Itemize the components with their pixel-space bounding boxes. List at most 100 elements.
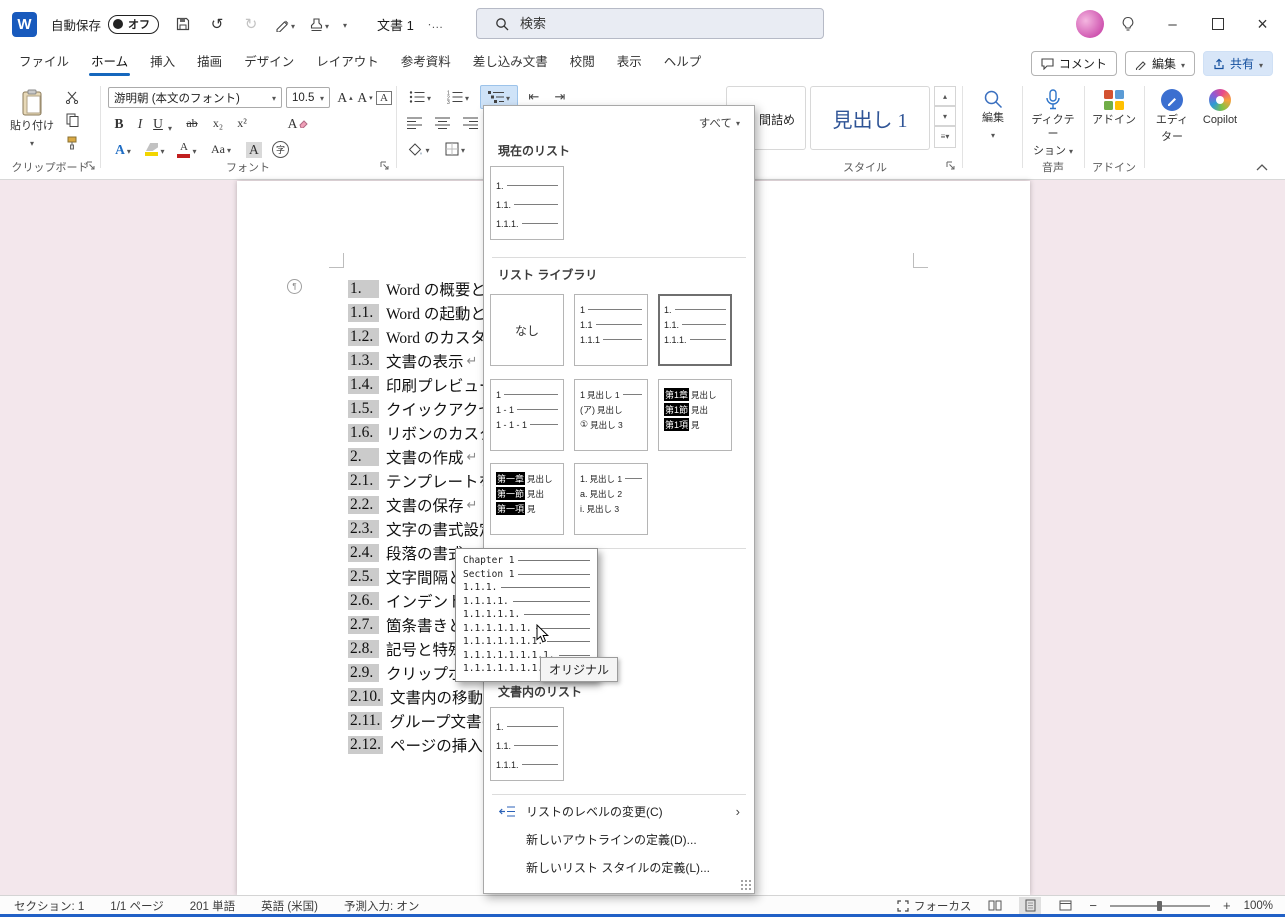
document-list-tile[interactable]: 1. 1.1. 1.1.1. [490, 707, 564, 781]
find-edit-button[interactable]: 編集 [970, 84, 1016, 143]
bold-button[interactable]: B [110, 113, 128, 134]
close-button[interactable] [1240, 0, 1285, 48]
paste-button[interactable]: 貼り付け [8, 84, 56, 151]
bullets-button[interactable] [404, 87, 436, 107]
format-painter-icon[interactable] [62, 134, 82, 152]
tab-draw[interactable]: 描画 [186, 48, 233, 77]
underline-button[interactable]: U [150, 113, 166, 134]
editor-button[interactable]: エディ ター [1150, 84, 1194, 145]
text-effects-button[interactable]: A [110, 139, 136, 160]
underline-dropdown-icon[interactable] [168, 120, 172, 134]
strikethrough-button[interactable]: ab [182, 113, 202, 134]
align-left-icon[interactable] [404, 113, 424, 133]
style-scroll-down-icon[interactable]: ▾ [934, 106, 956, 126]
comments-button[interactable]: コメント [1030, 51, 1117, 76]
zoom-slider[interactable] [1109, 900, 1210, 912]
tab-help[interactable]: ヘルプ [653, 48, 713, 77]
zoom-thumb[interactable] [1156, 900, 1162, 911]
avatar[interactable] [1076, 10, 1104, 38]
zoom-in-icon[interactable]: + [1223, 898, 1231, 913]
tab-review[interactable]: 校閲 [559, 48, 606, 77]
heading-row[interactable]: 1.1. Word の起動と [348, 301, 504, 325]
dictation-button[interactable]: ディクテー ション [1026, 84, 1080, 158]
save-icon[interactable] [173, 14, 193, 34]
tab-design[interactable]: デザイン [233, 48, 305, 77]
heading-row[interactable]: 1. Word の概要とカ [348, 277, 504, 301]
autosave-switch[interactable]: オフ [108, 14, 160, 34]
font-dialog-launcher[interactable] [380, 161, 392, 173]
clipboard-dialog-launcher[interactable] [86, 161, 98, 173]
qat-customize-icon[interactable] [343, 17, 347, 31]
addins-button[interactable]: アドイン [1088, 84, 1140, 128]
web-layout-icon[interactable] [1054, 897, 1076, 914]
menu-define-new-list-style[interactable]: 新しいリスト スタイルの定義(L)... [486, 854, 752, 881]
lightbulb-icon[interactable] [1120, 16, 1136, 32]
indent-icon[interactable]: ⇥ [550, 87, 570, 107]
shading-bucket-icon[interactable] [404, 139, 434, 159]
heading-row[interactable]: 1.2. Word のカスタ [348, 325, 504, 349]
list-filter-dropdown[interactable]: すべて [699, 115, 740, 131]
print-layout-icon[interactable] [1019, 897, 1042, 914]
menu-define-new-outline[interactable]: 新しいアウトラインの定義(D)... [486, 826, 752, 853]
style-gallery-more-icon[interactable]: ≡▾ [934, 126, 956, 148]
document-title[interactable]: 文書 1 [377, 15, 414, 34]
copy-icon[interactable] [62, 111, 82, 129]
font-size-combo[interactable]: 10.5 [286, 87, 330, 108]
resize-grip[interactable] [740, 879, 751, 890]
list-style-tile-heading-kana[interactable]: 1 見出し 1 (ア) 見出し ① 見出し 3 [574, 379, 648, 451]
read-mode-icon[interactable] [984, 897, 1006, 914]
stamp-dropdown-icon[interactable] [325, 16, 329, 33]
heading-row[interactable]: 2.2. 文書の保存 ↵ [348, 493, 504, 517]
highlight-button[interactable] [142, 139, 168, 160]
list-style-none-tile[interactable]: なし [490, 294, 564, 366]
heading-row[interactable]: 2.12. ページの挿入 [348, 733, 504, 757]
font-color-button[interactable]: A [174, 139, 200, 160]
style-scroll-up-icon[interactable]: ▴ [934, 86, 956, 106]
status-section[interactable]: セクション: 1 [14, 898, 84, 914]
font-name-combo[interactable]: 游明朝 (本文のフォント) [108, 87, 282, 108]
list-style-tile-chapter-arabic[interactable]: 第1章 見出し 第1節 見出 第1項見 [658, 379, 732, 451]
border-box-button[interactable]: A [376, 87, 392, 108]
search-box[interactable] [476, 8, 824, 39]
heading-row[interactable]: 2.10. 文書内の移動、 [348, 685, 504, 709]
focus-button[interactable]: フォーカス [897, 898, 971, 914]
list-style-tile-heading-alpha[interactable]: 1. 見出し 1 a. 見出し 2 i. 見出し 3 [574, 463, 648, 535]
undo-icon[interactable] [207, 14, 227, 34]
enclose-char-button[interactable]: 字 [272, 139, 289, 160]
change-case-button[interactable]: Aa [206, 139, 236, 160]
tab-view[interactable]: 表示 [606, 48, 653, 77]
align-center-icon[interactable] [432, 113, 452, 133]
search-input[interactable] [518, 15, 762, 32]
list-style-tile-dash[interactable]: 1 1 - 1 1 - 1 - 1 [490, 379, 564, 451]
stamp-icon[interactable] [309, 14, 329, 34]
cut-icon[interactable] [62, 88, 82, 106]
copilot-button[interactable]: Copilot [1196, 84, 1244, 128]
align-right-icon[interactable] [460, 113, 480, 133]
clear-formatting-button[interactable]: A [286, 113, 310, 134]
title-more-indicator[interactable]: ∙… [428, 17, 443, 31]
italic-button[interactable]: I [132, 113, 148, 134]
grow-font-icon[interactable]: A ▴ [336, 87, 354, 108]
tab-file[interactable]: ファイル [8, 48, 80, 77]
word-logo-icon[interactable] [12, 11, 37, 37]
status-word-count[interactable]: 201 単語 [190, 898, 235, 914]
tab-home[interactable]: ホーム [80, 48, 139, 77]
status-page[interactable]: 1/1 ページ [110, 898, 163, 914]
superscript-button[interactable]: x² [232, 113, 252, 134]
heading-row[interactable]: 2.11. グループ文書の [348, 709, 504, 733]
list-style-tile-chapter-kanji[interactable]: 第一章 見出し 第一節 見出 第一項見 [490, 463, 564, 535]
autosave-toggle[interactable]: 自動保存 オフ [51, 14, 160, 34]
shrink-font-icon[interactable]: A ▾ [356, 87, 374, 108]
current-list-tile[interactable]: 1. 1.1. 1.1.1. [490, 166, 564, 240]
status-language[interactable]: 英語 (米国) [261, 898, 318, 914]
minimize-button[interactable] [1150, 0, 1195, 48]
borders-icon[interactable] [440, 139, 470, 159]
styles-dialog-launcher[interactable] [946, 161, 958, 173]
heading-row[interactable]: 1.4. 印刷プレビュー [348, 373, 504, 397]
style-card-heading1[interactable]: 見出し 1 [810, 86, 930, 150]
outdent-icon[interactable]: ⇤ [524, 87, 544, 107]
numbering-button[interactable]: 123 [442, 87, 474, 107]
share-button[interactable]: 共有 [1202, 51, 1273, 76]
status-predictive-input[interactable]: 予測入力: オン [344, 898, 419, 914]
list-anchor-icon[interactable] [287, 279, 302, 294]
